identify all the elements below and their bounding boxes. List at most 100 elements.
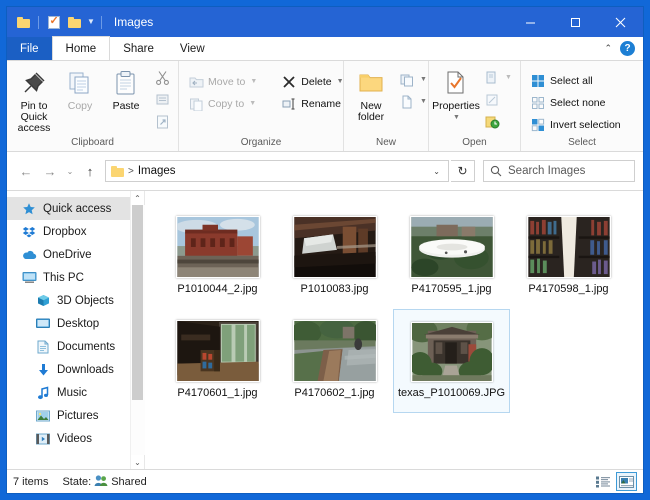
sidebar-item-desktop[interactable]: Desktop: [7, 312, 130, 335]
file-list[interactable]: P1010044_2.jpg: [145, 191, 643, 469]
properties-caret-icon[interactable]: ▼: [453, 114, 460, 121]
thumbnail: [287, 212, 383, 278]
file-tile[interactable]: P4170598_1.jpg: [510, 205, 627, 309]
invert-selection-icon: [530, 117, 546, 133]
breadcrumb[interactable]: Images: [138, 165, 176, 177]
easy-access-button[interactable]: ▼: [395, 91, 431, 112]
select-none-button[interactable]: Select none: [526, 92, 625, 113]
tab-view[interactable]: View: [167, 37, 218, 60]
delete-icon: [281, 74, 297, 90]
customize-caret-icon[interactable]: ▼: [87, 18, 95, 26]
paste-button[interactable]: Paste: [104, 65, 148, 114]
pictures-icon: [35, 408, 51, 424]
cut-button[interactable]: [150, 67, 174, 88]
select-all-label: Select all: [550, 75, 593, 87]
details-view-button[interactable]: [592, 472, 613, 491]
file-tile[interactable]: P4170601_1.jpg: [159, 309, 276, 413]
address-folder-icon: [111, 166, 124, 177]
sidebar-item-pictures[interactable]: Pictures: [7, 404, 130, 427]
properties-button[interactable]: Properties ▼: [434, 65, 478, 123]
maximize-button[interactable]: [553, 7, 598, 37]
scroll-down-arrow-icon[interactable]: ⌄: [131, 455, 145, 469]
ribbon-tab-bar: File Home Share View ⌃ ?: [7, 37, 643, 61]
paste-shortcut-button[interactable]: [150, 111, 174, 132]
ribbon: Pin to Quickaccess Copy: [7, 61, 643, 152]
large-icons-view-button[interactable]: [616, 472, 637, 491]
file-name: P4170598_1.jpg: [515, 283, 623, 295]
edit-button[interactable]: [480, 89, 516, 110]
copy-path-button[interactable]: [150, 89, 174, 110]
forward-button[interactable]: →: [39, 160, 61, 182]
address-dropdown-icon[interactable]: ⌄: [427, 167, 446, 176]
file-tile[interactable]: P1010044_2.jpg: [159, 205, 276, 309]
sidebar-scrollbar[interactable]: ⌃ ⌄: [130, 191, 144, 469]
rename-button[interactable]: Rename: [277, 93, 347, 114]
3d-objects-icon: [35, 293, 51, 309]
history-button[interactable]: [480, 111, 516, 132]
delete-caret-icon[interactable]: ▼: [337, 78, 344, 85]
sidebar-item-music[interactable]: Music: [7, 381, 130, 404]
group-title-new: New: [344, 136, 428, 151]
sidebar-item-this-pc[interactable]: This PC: [7, 266, 130, 289]
recent-locations-button[interactable]: ⌄: [63, 160, 77, 182]
copy-button[interactable]: Copy: [58, 65, 102, 114]
sidebar-item-3d-objects[interactable]: 3D Objects: [7, 289, 130, 312]
file-name: P1010044_2.jpg: [164, 283, 272, 295]
paste-shortcut-icon: [154, 114, 170, 130]
tab-file[interactable]: File: [7, 37, 52, 60]
minimize-button[interactable]: [508, 7, 553, 37]
new-item-button[interactable]: ▼: [395, 69, 431, 90]
sidebar-item-videos[interactable]: Videos: [7, 427, 130, 450]
refresh-button[interactable]: ↻: [451, 160, 475, 182]
sidebar-item-quick-access[interactable]: Quick access: [7, 197, 130, 220]
file-tile-selected[interactable]: texas_P1010069.JPG: [393, 309, 510, 413]
invert-selection-button[interactable]: Invert selection: [526, 114, 625, 135]
help-icon[interactable]: ?: [620, 41, 635, 56]
sidebar-item-dropbox[interactable]: Dropbox: [7, 220, 130, 243]
open-button[interactable]: ▼: [480, 67, 516, 88]
copy-to-caret-icon[interactable]: ▼: [249, 100, 256, 107]
sidebar-item-documents[interactable]: Documents: [7, 335, 130, 358]
group-title-clipboard: Clipboard: [7, 136, 178, 151]
copy-label: Copy: [68, 101, 93, 112]
new-item-caret-icon[interactable]: ▼: [420, 76, 427, 83]
pin-to-quick-access-button[interactable]: Pin to Quickaccess: [12, 65, 56, 136]
group-title-select: Select: [521, 136, 643, 151]
file-tile[interactable]: P4170595_1.jpg: [393, 205, 510, 309]
sidebar-item-label: Videos: [57, 433, 92, 445]
delete-label: Delete: [301, 76, 331, 88]
up-button[interactable]: ↑: [79, 160, 101, 182]
navigation-list: Quick access Dropbox: [7, 191, 130, 469]
new-folder-button[interactable]: Newfolder: [349, 65, 393, 125]
tab-home[interactable]: Home: [52, 36, 111, 60]
properties-icon[interactable]: [45, 14, 62, 31]
delete-button[interactable]: Delete ▼: [277, 71, 347, 92]
scroll-up-arrow-icon[interactable]: ⌃: [131, 191, 145, 205]
open-caret-icon[interactable]: ▼: [505, 74, 512, 81]
search-input[interactable]: Search Images: [483, 160, 635, 182]
window-title: Images: [114, 15, 153, 29]
collapse-ribbon-icon[interactable]: ⌃: [604, 43, 612, 54]
close-button[interactable]: [598, 7, 643, 37]
file-tile[interactable]: P4170602_1.jpg: [276, 309, 393, 413]
scroll-thumb[interactable]: [132, 205, 143, 400]
move-to-caret-icon[interactable]: ▼: [250, 78, 257, 85]
folder-icon[interactable]: [15, 14, 32, 31]
properties-label: Properties: [432, 101, 480, 112]
state-value: Shared: [111, 476, 146, 488]
address-field[interactable]: > Images ⌄: [105, 160, 449, 182]
back-button[interactable]: ←: [15, 160, 37, 182]
easy-access-caret-icon[interactable]: ▼: [420, 98, 427, 105]
window-controls: [508, 7, 643, 37]
select-all-button[interactable]: Select all: [526, 70, 625, 91]
new-folder-icon[interactable]: [66, 14, 83, 31]
tab-share[interactable]: Share: [110, 37, 167, 60]
copy-to-button[interactable]: Copy to ▼: [184, 93, 261, 114]
scroll-track[interactable]: [131, 205, 145, 455]
sidebar-item-onedrive[interactable]: OneDrive: [7, 243, 130, 266]
file-tile[interactable]: P1010083.jpg: [276, 205, 393, 309]
easy-access-icon: [399, 94, 415, 110]
rename-label: Rename: [301, 98, 341, 110]
sidebar-item-downloads[interactable]: Downloads: [7, 358, 130, 381]
move-to-button[interactable]: Move to ▼: [184, 71, 261, 92]
